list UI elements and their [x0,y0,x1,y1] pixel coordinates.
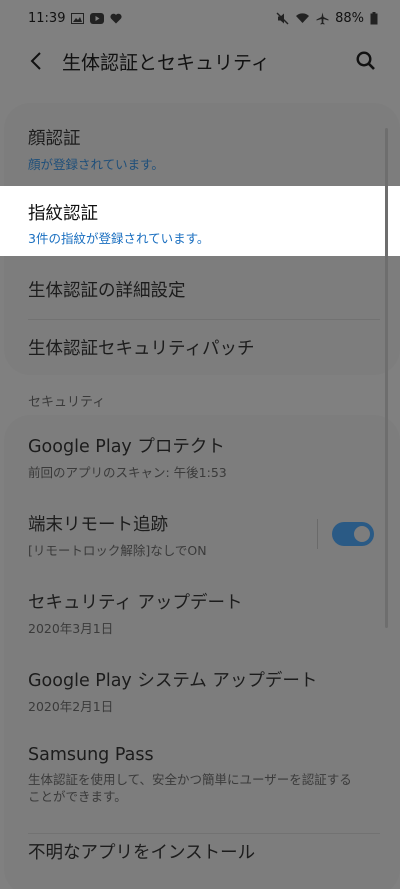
find-my-mobile-toggle[interactable] [332,522,374,546]
face-recognition-status: 顔が登録されています。 [28,157,164,172]
face-recognition-item[interactable]: 顔認証 顔が登録されています。 [4,125,400,173]
google-play-system-update-date: 2020年2月1日 [28,699,114,714]
install-unknown-apps-item[interactable]: 不明なアプリをインストール [4,839,400,864]
back-button[interactable] [16,41,56,81]
security-update-title: セキュリティ アップデート [28,593,243,613]
page-title: 生体認証とセキュリティ [62,51,270,74]
search-icon [356,51,375,70]
chevron-left-icon [30,52,41,70]
google-play-protect-subtitle: 前回のアプリのスキャン: 午後1:53 [28,465,227,480]
samsung-pass-description: 生体認証を使用して、安全かつ簡単にユーザーを認証することができます。 [28,772,352,804]
battery-percent: 88% [335,10,364,26]
biometric-security-patch-title: 生体認証セキュリティパッチ [28,339,255,359]
app-bar: 生体認証とセキュリティ [0,36,400,86]
section-header-security: セキュリティ [28,395,106,410]
fingerprint-item[interactable]: 指紋認証 3件の指紋が登録されています。 [0,186,400,256]
fingerprint-status: 3件の指紋が登録されています。 [28,231,210,246]
mute-icon [276,12,289,24]
youtube-icon [90,12,105,24]
airplane-icon [316,12,329,24]
biometric-security-patch-item[interactable]: 生体認証セキュリティパッチ [4,335,400,360]
heart-icon [110,13,123,23]
toggle-separator [317,519,318,549]
google-play-protect-item[interactable]: Google Play プロテクト 前回のアプリのスキャン: 午後1:53 [4,433,400,481]
divider [28,833,380,834]
scrollbar[interactable] [385,128,388,628]
find-my-mobile-toggle-area [317,519,374,549]
google-play-protect-title: Google Play プロテクト [28,437,225,457]
security-update-item[interactable]: セキュリティ アップデート 2020年3月1日 [4,589,400,637]
google-play-system-update-title: Google Play システム アップデート [28,671,318,691]
wifi-icon [296,13,310,23]
divider [28,319,380,320]
fingerprint-title: 指紋認証 [28,204,98,224]
face-recognition-title: 顔認証 [28,129,81,149]
toggle-knob [352,524,372,544]
status-time: 11:39 [28,10,66,26]
status-bar: 11:39 88% [0,0,400,36]
samsung-pass-title: Samsung Pass [28,745,154,765]
samsung-pass-item[interactable]: Samsung Pass 生体認証を使用して、安全かつ簡単にユーザーを認証するこ… [4,745,400,805]
biometric-advanced-settings-title: 生体認証の詳細設定 [28,281,186,301]
security-card: Google Play プロテクト 前回のアプリのスキャン: 午後1:53 端末… [4,415,400,889]
biometric-advanced-settings-item[interactable]: 生体認証の詳細設定 [4,277,400,302]
security-update-date: 2020年3月1日 [28,621,114,636]
image-icon [71,12,85,24]
search-button[interactable] [346,41,386,81]
battery-icon [370,11,378,24]
google-play-system-update-item[interactable]: Google Play システム アップデート 2020年2月1日 [4,667,400,715]
install-unknown-apps-title: 不明なアプリをインストール [28,843,256,863]
